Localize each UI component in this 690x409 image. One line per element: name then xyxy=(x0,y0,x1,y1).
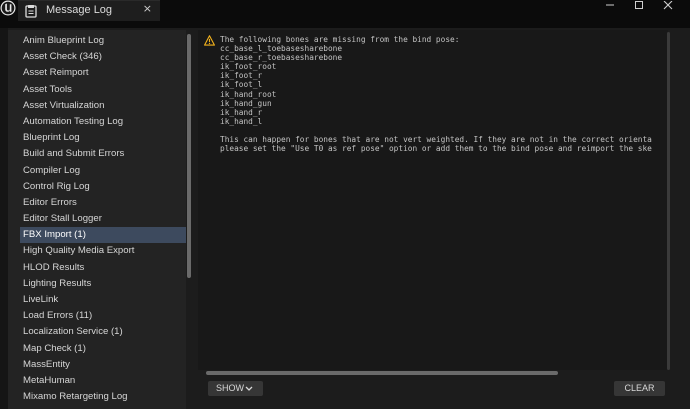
warning-icon xyxy=(204,35,215,46)
message-log-icon xyxy=(25,5,37,18)
sidebar-item[interactable]: Build and Submit Errors xyxy=(20,146,186,162)
show-dropdown-button[interactable]: SHOW xyxy=(208,381,263,396)
tab-title: Message Log xyxy=(46,4,113,16)
sidebar-item[interactable]: Asset Check (346) xyxy=(20,49,186,65)
sidebar-item[interactable]: Anim Blueprint Log xyxy=(20,33,186,49)
close-window-button[interactable] xyxy=(654,0,682,14)
log-message-area: The following bones are missing from the… xyxy=(198,30,668,370)
sidebar-item[interactable]: Lighting Results xyxy=(20,276,186,292)
sidebar-item[interactable]: FBX Import (1) xyxy=(20,227,186,244)
sidebar-item[interactable]: LiveLink xyxy=(20,292,186,308)
sidebar-item[interactable]: Asset Virtualization xyxy=(20,98,186,114)
log-category-list: Anim Blueprint Log Asset Check (346) Asset… xyxy=(20,33,186,405)
sidebar-item[interactable]: High Quality Media Export xyxy=(20,243,186,259)
sidebar-item[interactable]: MetaHuman xyxy=(20,373,186,389)
sidebar-item[interactable]: Localization Service (1) xyxy=(20,324,186,340)
sidebar-item[interactable]: HLOD Results xyxy=(20,260,186,276)
sidebar-scrollbar[interactable] xyxy=(187,34,191,278)
log-category-sidebar: Anim Blueprint Log Asset Check (346) Asset… xyxy=(8,30,186,409)
tab-close-button[interactable]: × xyxy=(143,2,152,16)
show-label: SHOW xyxy=(216,383,244,393)
title-bar: Message Log × xyxy=(0,0,690,28)
sidebar-item[interactable]: Control Rig Log xyxy=(20,179,186,195)
sidebar-item[interactable]: Asset Reimport xyxy=(20,65,186,81)
clear-button[interactable]: CLEAR xyxy=(614,381,665,396)
sidebar-item[interactable]: MassEntity xyxy=(20,357,186,373)
log-vertical-scrollbar[interactable] xyxy=(667,32,670,370)
sidebar-item[interactable]: Automation Testing Log xyxy=(20,114,186,130)
sidebar-item[interactable]: Load Errors (11) xyxy=(20,308,186,324)
sidebar-item[interactable]: Editor Errors xyxy=(20,195,186,211)
maximize-icon xyxy=(635,1,643,9)
maximize-button[interactable] xyxy=(625,0,653,14)
minimize-button[interactable] xyxy=(596,0,624,14)
sidebar-item[interactable]: Blueprint Log xyxy=(20,130,186,146)
sidebar-item[interactable]: Mixamo Retargeting Log xyxy=(20,389,186,405)
log-message-text: The following bones are missing from the… xyxy=(220,35,652,154)
close-icon xyxy=(663,1,673,10)
message-log-tab[interactable]: Message Log × xyxy=(18,0,160,21)
sidebar-item[interactable]: Asset Tools xyxy=(20,82,186,98)
sidebar-item[interactable]: Map Check (1) xyxy=(20,341,186,357)
minimize-icon xyxy=(606,4,614,6)
unreal-logo-icon xyxy=(0,0,16,16)
chevron-down-icon xyxy=(245,386,253,391)
sidebar-item[interactable]: Editor Stall Logger xyxy=(20,211,186,227)
log-horizontal-scrollbar[interactable] xyxy=(206,371,558,375)
sidebar-item[interactable]: Compiler Log xyxy=(20,163,186,179)
